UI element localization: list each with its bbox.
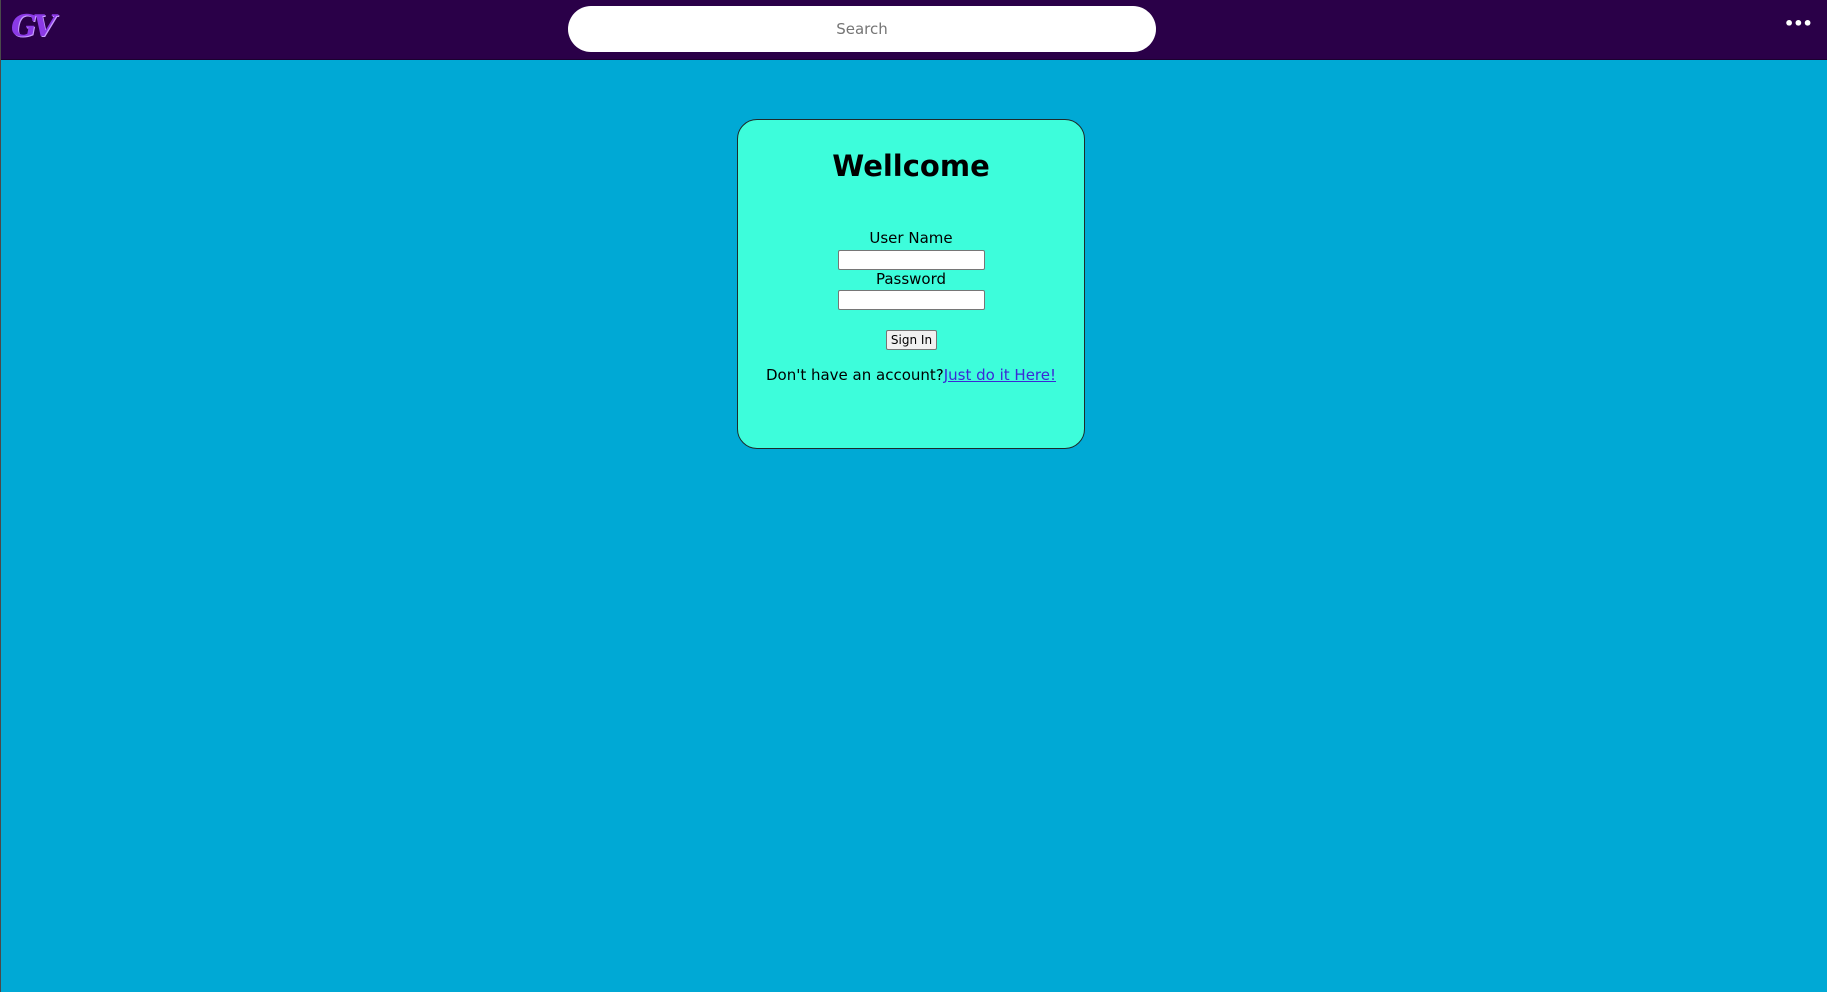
- sign-in-button[interactable]: Sign In: [886, 330, 937, 350]
- top-navbar: GV •••: [1, 0, 1827, 60]
- password-label: Password: [875, 270, 947, 288]
- login-card: Wellcome User Name Password Sign In Don'…: [737, 119, 1085, 449]
- username-label: User Name: [869, 229, 953, 247]
- more-menu-icon[interactable]: •••: [1784, 14, 1813, 34]
- username-field[interactable]: [838, 250, 985, 270]
- site-logo[interactable]: GV: [11, 8, 63, 46]
- signup-prompt-text: Don't have an account?: [765, 366, 944, 384]
- welcome-title: Wellcome: [832, 149, 990, 183]
- search-input[interactable]: [568, 6, 1156, 52]
- signup-link[interactable]: Just do it Here!: [944, 366, 1056, 384]
- password-field[interactable]: [838, 290, 985, 310]
- signup-prompt-row: Don't have an account?Just do it Here!: [738, 366, 1084, 384]
